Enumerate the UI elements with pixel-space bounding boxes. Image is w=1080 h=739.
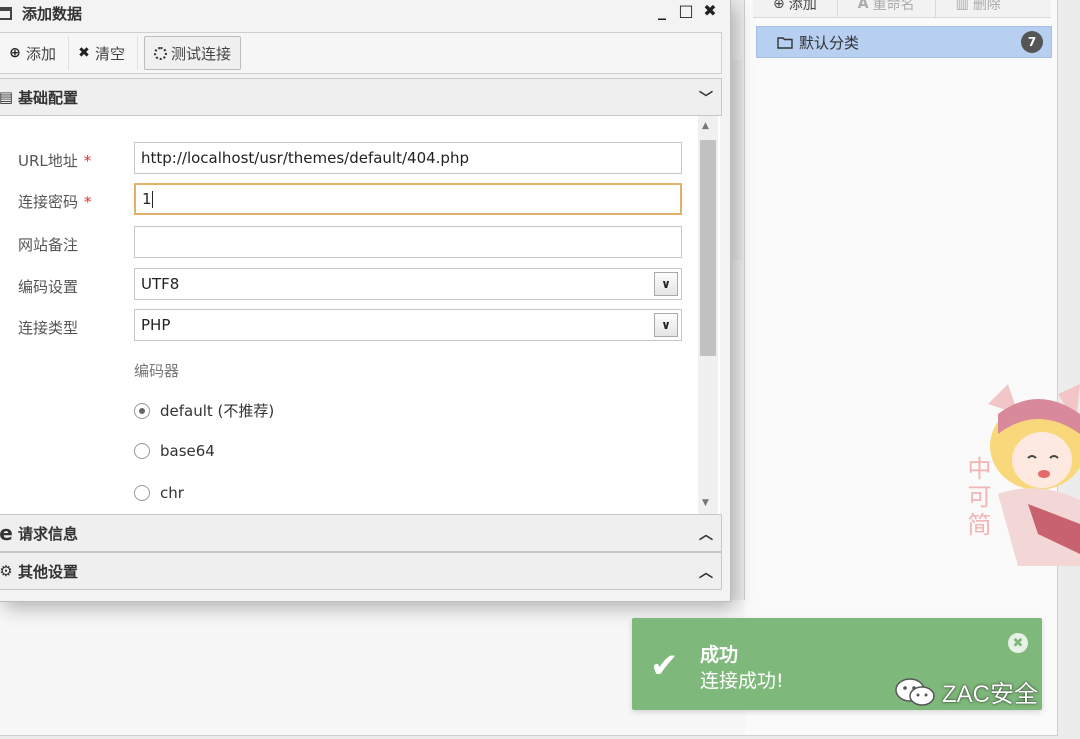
form-scrollbar[interactable]: ▲ ▼ [698,116,718,514]
password-input[interactable]: 1 [134,183,682,215]
ie-icon: e [0,521,13,545]
chevron-up-icon: ︿ [699,565,713,581]
close-button[interactable]: ✖ [702,2,718,20]
section-other-settings[interactable]: ⚙ 其他设置 ︿ [0,552,722,590]
mascot-caption: 中可简 [963,456,991,540]
section-request-info[interactable]: e 请求信息 ︿ [0,514,722,552]
note-input[interactable] [134,226,682,258]
section-basic-config[interactable]: ▤ 基础配置 ﹀ [0,78,722,116]
url-input[interactable]: http://localhost/usr/themes/default/404.… [134,142,682,174]
close-x-icon: ✖ [78,45,90,61]
folder-icon [777,36,793,49]
note-row: 网站备注 [0,226,690,260]
watermark-text: ZAC安全 [942,681,1038,708]
encoding-select[interactable]: UTF8 ∨ [134,268,682,300]
plus-circle-icon: ⊕ [773,0,785,12]
radio-button[interactable] [134,443,150,459]
category-toolbar: ⊕ 添加 A 重命名 ▥ 删除 [753,0,1051,18]
category-add-button[interactable]: ⊕ 添加 [753,0,838,17]
window-icon [0,6,12,20]
url-label: URL地址 [18,152,78,170]
scroll-thumb[interactable] [700,140,716,356]
encoder-option-chr[interactable]: chr [134,484,184,502]
toast-title: 成功 [700,644,739,666]
chevron-down-icon[interactable]: ∨ [654,313,678,337]
dialog-toolbar: ⊕ 添加 ✖ 清空 测试连接 [0,32,722,74]
chevron-down-icon[interactable]: ∨ [654,272,678,296]
category-label: 默认分类 [799,33,860,52]
dialog-title: 添加数据 [22,4,83,23]
category-count-badge: 7 [1021,31,1043,53]
encoder-option-base64[interactable]: base64 [134,442,215,460]
url-row: URL地址 * http://localhost/usr/themes/defau… [0,142,690,176]
chevron-up-icon: ︿ [699,527,713,543]
minimize-button[interactable]: _ [654,2,670,20]
note-label: 网站备注 [18,236,79,254]
toast-close-icon[interactable]: ✖ [1008,633,1028,653]
window-controls: _ □ ✖ [654,2,718,20]
connection-type-select[interactable]: PHP ∨ [134,309,682,341]
connection-type-label: 连接类型 [18,319,79,337]
category-item-default[interactable]: 默认分类 7 [756,26,1052,58]
encoding-row: 编码设置 UTF8 ∨ [0,268,690,302]
basic-config-form: URL地址 * http://localhost/usr/themes/defau… [0,116,720,514]
wechat-icon [895,677,935,706]
category-delete-button[interactable]: ▥ 删除 [936,0,1021,17]
test-connection-button[interactable]: 测试连接 [144,36,242,70]
encoder-title: 编码器 [134,362,180,380]
document-icon: ▤ [0,88,14,106]
chevron-down-icon: ﹀ [699,91,713,107]
connection-type-row: 连接类型 PHP ∨ [0,309,690,343]
background-scroll-strip [732,60,742,260]
spinner-icon [154,46,168,60]
scroll-down-arrow-icon[interactable]: ▼ [702,498,709,508]
watermark: ZAC安全 [894,674,1038,709]
required-mark: * [84,193,92,211]
category-rename-button[interactable]: A 重命名 [838,0,936,17]
toast-message: 连接成功! [700,670,784,692]
trash-icon: ▥ [955,0,969,12]
rename-icon: A [857,0,869,12]
dialog-titlebar[interactable]: 添加数据 _ □ ✖ [0,0,730,26]
plus-circle-icon: ⊕ [9,45,21,61]
clear-button[interactable]: ✖ 清空 [75,36,139,70]
radio-button[interactable] [134,402,150,419]
gears-icon: ⚙ [0,562,13,580]
password-row: 连接密码 * 1 [0,183,690,217]
add-button[interactable]: ⊕ 添加 [6,36,70,70]
encoder-option-default[interactable]: default (不推荐) [134,400,274,421]
add-data-dialog: 添加数据 _ □ ✖ ⊕ 添加 ✖ 清空 测试连接 ▤ 基础配置 ﹀ URL地址… [0,0,731,602]
checkmark-icon: ✔ [650,646,679,686]
encoding-label: 编码设置 [18,278,79,296]
password-label: 连接密码 [18,193,79,211]
required-mark: * [83,152,92,170]
radio-button[interactable] [134,485,150,501]
maximize-button[interactable]: □ [678,2,694,20]
scroll-up-arrow-icon[interactable]: ▲ [702,121,709,131]
text-cursor [151,190,153,208]
